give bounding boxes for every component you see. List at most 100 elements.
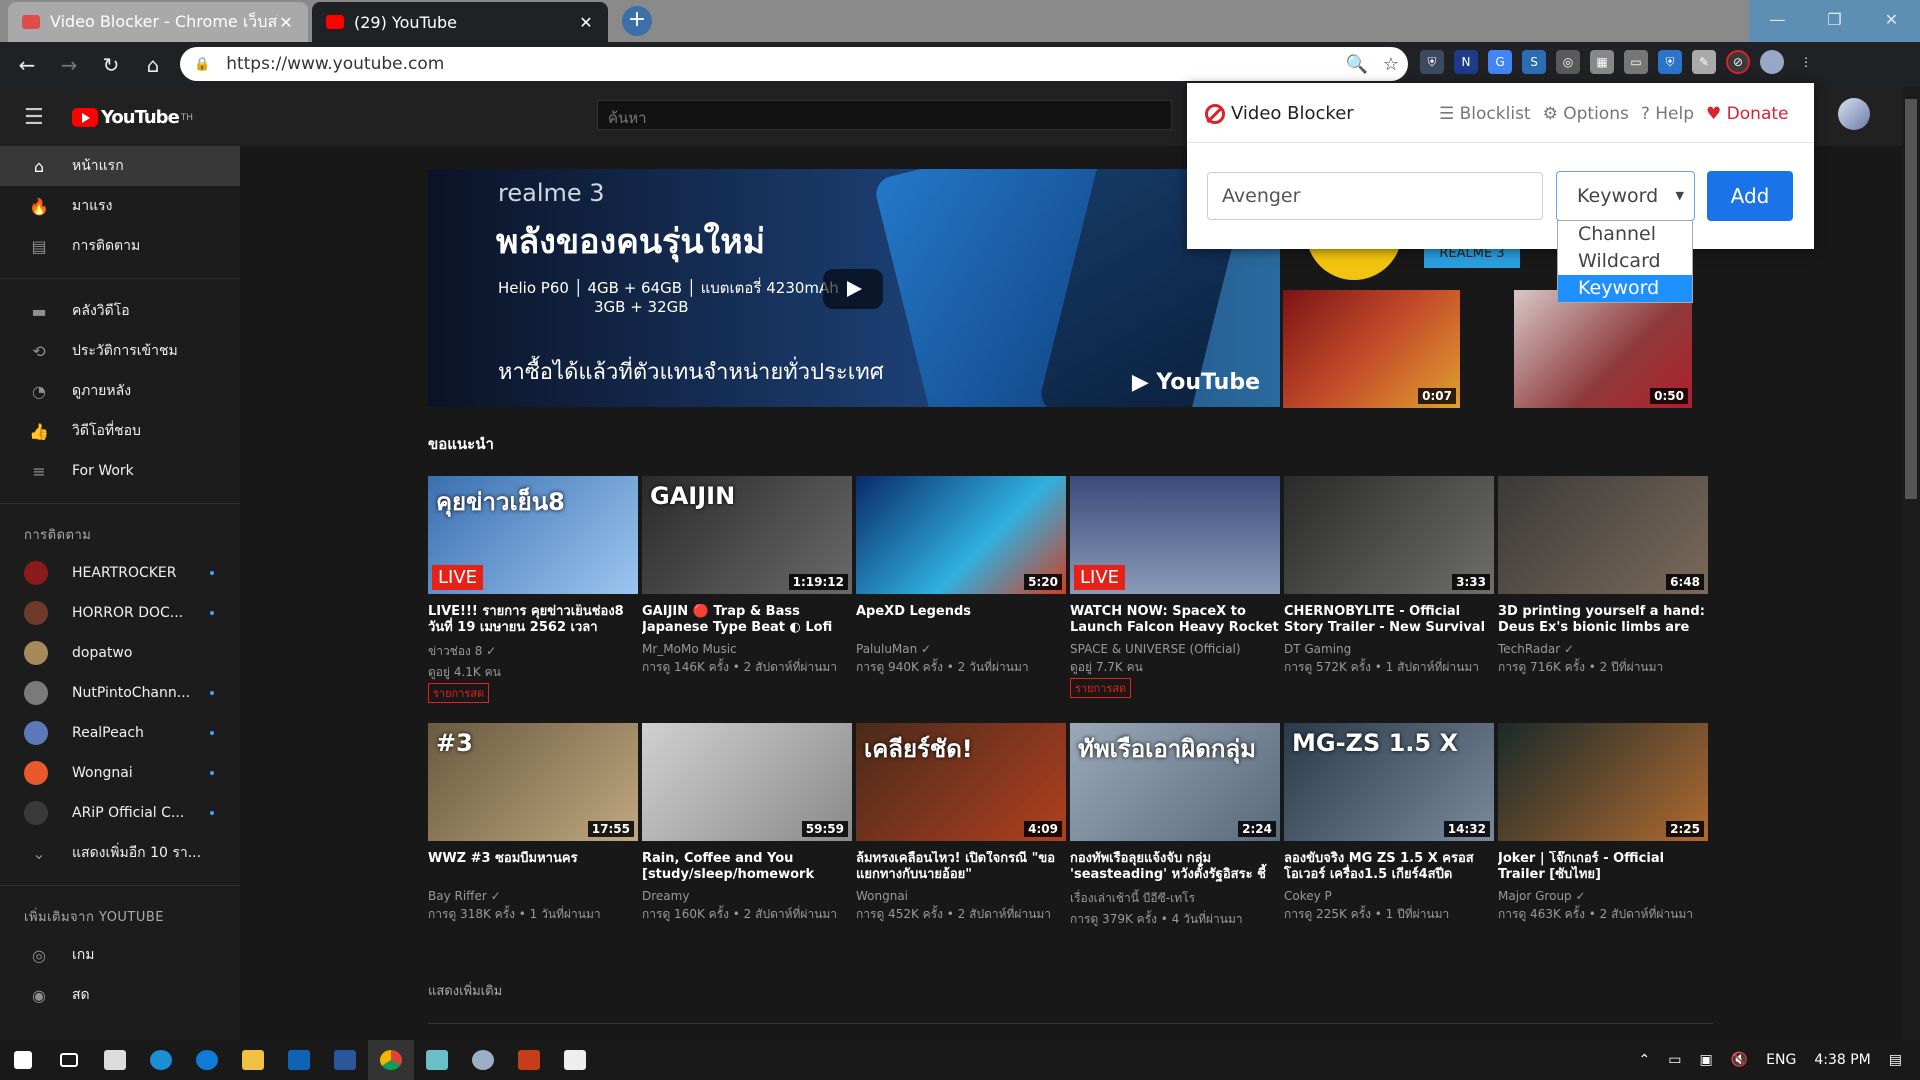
address-bar[interactable]: 🔒 https://www.youtube.com 🔍 ☆ [180, 47, 1408, 81]
translate-extension-icon[interactable]: G [1488, 50, 1512, 74]
channel-name[interactable]: Major Group ✓ [1498, 889, 1708, 903]
video-title[interactable]: ล้มทรงเคลื่อนไหว! เปิดใจกรณี "ขอแยกทางกั… [856, 851, 1066, 883]
channel-name[interactable]: เรื่องเล่าเช้านี้ บีอีซี-เทโร [1070, 889, 1280, 908]
pen-extension-icon[interactable]: ✎ [1692, 50, 1716, 74]
video-thumbnail[interactable]: เคลียร์ชัด! 4:09 [856, 723, 1066, 841]
word-icon[interactable] [322, 1040, 368, 1080]
video-blocker-extension-icon[interactable]: ⊘ [1726, 50, 1750, 74]
type-select[interactable]: Keyword ▼ [1556, 171, 1695, 221]
promo-thumbnail[interactable]: 0:07 [1283, 290, 1460, 408]
clock[interactable]: 4:38 PM [1814, 1052, 1870, 1068]
channel-name[interactable]: ข่าวช่อง 8 ✓ [428, 642, 638, 661]
sidebar-item[interactable]: ⟲ ประวัติการเข้าชม [0, 331, 240, 371]
video-thumbnail[interactable]: LIVE [1070, 476, 1280, 594]
video-title[interactable]: 3D printing yourself a hand: Deus Ex's b… [1498, 604, 1708, 636]
language-indicator[interactable]: ENG [1766, 1052, 1796, 1068]
channel-name[interactable]: Dreamy [642, 889, 852, 903]
forward-icon[interactable]: → [54, 50, 84, 80]
channel-name[interactable]: Wongnai [856, 889, 1066, 903]
video-thumbnail[interactable]: GAIJIN 1:19:12 [642, 476, 852, 594]
video-title[interactable]: WATCH NOW: SpaceX to Launch Falcon Heavy… [1070, 604, 1280, 636]
video-card[interactable]: 2:25 Joker | โจ๊กเกอร์ - Official Trailer… [1498, 723, 1708, 923]
channel-name[interactable]: SPACE & UNIVERSE (Official) [1070, 642, 1280, 656]
show-more-link[interactable]: แสดงเพิ่มเติม [428, 980, 502, 1001]
add-button[interactable]: Add [1707, 171, 1793, 221]
video-thumbnail[interactable]: #3 17:55 [428, 723, 638, 841]
donate-link[interactable]: ♥ Donate [1706, 104, 1788, 124]
network-icon[interactable]: ▣ [1700, 1052, 1713, 1068]
video-card[interactable]: 59:59 Rain, Coffee and You [study/sleep/h… [642, 723, 852, 923]
close-window-button[interactable]: ✕ [1863, 0, 1920, 40]
video-thumbnail[interactable]: คุยข่าวเย็น8 LIVE [428, 476, 638, 594]
video-card[interactable]: #3 17:55 WWZ #3 ซอมบี้มหานคร Bay Riffer ✓ กา… [428, 723, 638, 923]
subscription-item[interactable]: ARiP Official C... [0, 793, 240, 833]
subscription-item[interactable]: HORROR DOC... [0, 593, 240, 633]
video-card[interactable]: LIVE WATCH NOW: SpaceX to Launch Falcon H… [1070, 476, 1280, 698]
sidebar-item[interactable]: ▤ การติดตาม [0, 226, 240, 266]
youtube-logo[interactable]: YouTube TH [72, 107, 193, 128]
video-title[interactable]: ApeXD Legends [856, 604, 1066, 636]
video-thumbnail[interactable]: ทัพเรือเอาผิดกลุ่ม 2:24 [1070, 723, 1280, 841]
explorer-icon[interactable] [230, 1040, 276, 1080]
scrollbar[interactable] [1902, 87, 1920, 1040]
menu-kebab-icon[interactable]: ⋮ [1794, 50, 1818, 74]
hamburger-menu-icon[interactable]: ☰ [24, 105, 44, 130]
search-input[interactable]: ค้นหา [597, 100, 1172, 130]
video-thumbnail[interactable]: 2:25 [1498, 723, 1708, 841]
ie-icon[interactable] [138, 1040, 184, 1080]
chrome-icon[interactable] [368, 1040, 414, 1080]
options-link[interactable]: ⚙ Options [1543, 104, 1629, 124]
subscription-item[interactable]: dopatwo [0, 633, 240, 673]
video-card[interactable]: คุยข่าวเย็น8 LIVE LIVE!!! รายการ คุยข่าวเย… [428, 476, 638, 703]
option-channel[interactable]: Channel [1558, 221, 1692, 248]
video-title[interactable]: WWZ #3 ซอมบี้มหานคร [428, 851, 638, 883]
play-button[interactable] [823, 269, 883, 309]
shield-extension-icon[interactable]: ⛨ [1420, 50, 1444, 74]
keyword-input[interactable]: Avenger [1207, 172, 1543, 220]
reload-icon[interactable]: ↻ [96, 50, 126, 80]
video-thumbnail[interactable]: 6:48 [1498, 476, 1708, 594]
task-view-icon[interactable] [46, 1040, 92, 1080]
bookmark-star-icon[interactable]: ☆ [1374, 54, 1408, 75]
profile-avatar[interactable] [1760, 50, 1784, 74]
video-card[interactable]: 6:48 3D printing yourself a hand: Deus Ex… [1498, 476, 1708, 676]
channel-name[interactable]: Mr_MoMo Music [642, 642, 852, 656]
channel-name[interactable]: DT Gaming [1284, 642, 1494, 656]
sidebar-item[interactable]: ▬ คลังวิดีโอ [0, 291, 240, 331]
blocklist-link[interactable]: ☰ Blocklist [1439, 104, 1531, 124]
close-tab-icon[interactable]: ✕ [578, 13, 594, 32]
video-title[interactable]: กองทัพเรือลุยแจ้งจับ กลุ่ม 'seasteading'… [1070, 851, 1280, 883]
video-title[interactable]: Rain, Coffee and You [study/sleep/homewo… [642, 851, 852, 883]
channel-name[interactable]: Bay Riffer ✓ [428, 889, 638, 903]
s-extension-icon[interactable]: S [1522, 50, 1546, 74]
subscription-item[interactable]: NutPintoChann... [0, 673, 240, 713]
outlook-icon[interactable] [276, 1040, 322, 1080]
volume-icon[interactable]: 🔇 [1731, 1052, 1748, 1068]
subscription-item[interactable]: HEARTROCKER [0, 553, 240, 593]
sidebar-item[interactable]: ◎ เกม [0, 935, 240, 975]
chevron-up-icon[interactable]: ⌃ [1639, 1052, 1651, 1068]
video-thumbnail[interactable]: 5:20 [856, 476, 1066, 594]
sidebar-item[interactable]: ◔ ดูภายหลัง [0, 371, 240, 411]
minimize-button[interactable]: — [1749, 0, 1806, 40]
video-card[interactable]: 3:33 CHERNOBYLITE - Official Story Traile… [1284, 476, 1494, 676]
sidebar-item[interactable]: ≡ For Work [0, 451, 240, 491]
option-wildcard[interactable]: Wildcard [1558, 248, 1692, 275]
video-card[interactable]: เคลียร์ชัด! 4:09 ล้มทรงเคลื่อนไหว! เปิดใจก… [856, 723, 1066, 923]
subscription-item[interactable]: Wongnai [0, 753, 240, 793]
video-title[interactable]: CHERNOBYLITE - Official Story Trailer - … [1284, 604, 1494, 636]
avatar[interactable] [1838, 98, 1870, 130]
chat-extension-icon[interactable]: ▭ [1624, 50, 1648, 74]
video-title[interactable]: ลองขับจริง MG ZS 1.5 X ครอส โอเวอร์ เครื… [1284, 851, 1494, 883]
close-tab-icon[interactable]: ✕ [278, 13, 294, 32]
notification-icon[interactable]: ▤ [1889, 1052, 1902, 1068]
video-title[interactable]: Joker | โจ๊กเกอร์ - Official Trailer [ซั… [1498, 851, 1708, 883]
photos-icon[interactable] [552, 1040, 598, 1080]
restore-button[interactable]: ❐ [1806, 0, 1863, 40]
option-keyword[interactable]: Keyword [1558, 275, 1692, 302]
window-extension-icon[interactable]: ▦ [1590, 50, 1614, 74]
gamepad-extension-icon[interactable]: ◎ [1556, 50, 1580, 74]
video-card[interactable]: ทัพเรือเอาผิดกลุ่ม 2:24 กองทัพเรือลุยแจ้งจ… [1070, 723, 1280, 928]
sidebar-show-more[interactable]: ⌄ แสดงเพิ่มอีก 10 รา... [0, 833, 240, 873]
store-icon[interactable] [92, 1040, 138, 1080]
